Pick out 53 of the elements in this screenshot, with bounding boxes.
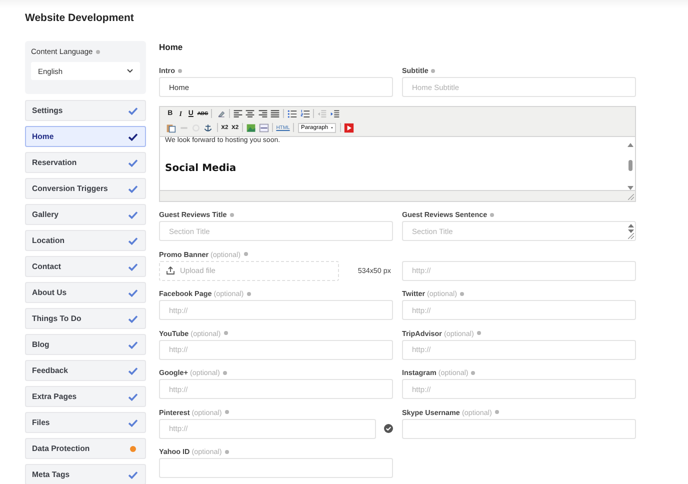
page-title: Website Development (25, 12, 135, 24)
info-icon (230, 212, 234, 216)
status-dot (130, 446, 136, 452)
spinner-arrows-icon (628, 224, 634, 233)
bullets-icon[interactable] (287, 108, 298, 118)
info-icon (178, 68, 182, 72)
align-right-icon[interactable] (258, 108, 268, 118)
check-icon (128, 418, 138, 426)
info-icon (246, 292, 251, 296)
info-icon (224, 410, 229, 414)
info-icon (244, 252, 248, 256)
info-icon (471, 370, 476, 374)
info-icon (431, 68, 436, 72)
check-circle-icon (384, 424, 393, 433)
justify-icon[interactable] (270, 108, 280, 118)
check-icon (128, 184, 138, 192)
upload-icon (166, 266, 175, 275)
section-heading: Home (159, 42, 184, 52)
info-icon (494, 410, 499, 414)
check-icon (128, 392, 138, 400)
info-icon (96, 50, 100, 54)
info-icon (460, 292, 464, 296)
chevron-down-icon (127, 69, 133, 73)
check-icon (128, 262, 138, 270)
anchor-icon[interactable] (203, 122, 214, 132)
check-icon (128, 210, 138, 218)
align-left-icon[interactable] (232, 108, 243, 118)
image-icon[interactable] (246, 122, 256, 132)
paste-icon[interactable] (166, 122, 176, 132)
input-field[interactable] (402, 418, 636, 438)
check-icon (128, 132, 138, 140)
check-icon (128, 366, 138, 374)
info-icon (490, 212, 494, 216)
check-icon (128, 314, 138, 322)
resize-grip-icon (628, 233, 634, 239)
input-field[interactable] (159, 458, 393, 478)
check-icon (128, 158, 138, 166)
info-icon (476, 331, 481, 335)
info-icon (224, 331, 228, 335)
editor-heading: Social Media (165, 162, 238, 174)
video-icon[interactable] (344, 122, 354, 132)
info-icon (222, 370, 227, 374)
check-icon (128, 236, 138, 244)
align-center-icon[interactable] (245, 108, 256, 118)
check-icon (128, 288, 138, 296)
resize-grip-icon (628, 194, 634, 200)
info-icon (224, 450, 229, 454)
check-icon (128, 340, 138, 348)
indent-icon[interactable] (330, 108, 340, 118)
check-icon (128, 470, 138, 478)
check-icon (128, 106, 138, 114)
eraser-icon[interactable] (216, 108, 226, 118)
numbers-icon[interactable] (300, 108, 310, 118)
